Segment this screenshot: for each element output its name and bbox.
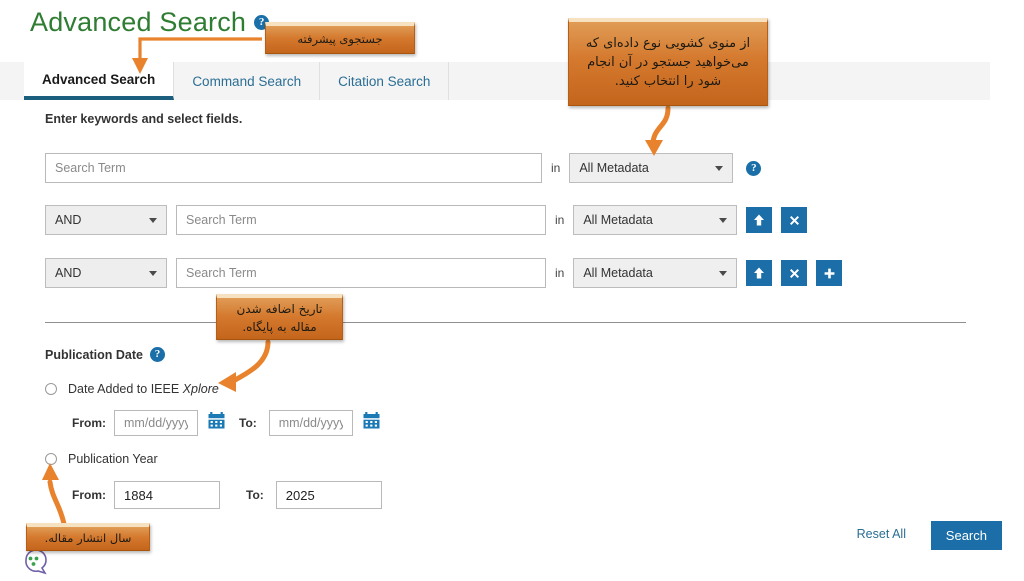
annotation-date-added: تاریخ اضافه شدن مقاله به پایگاه.	[216, 294, 343, 340]
arrow-up-icon[interactable]	[746, 260, 773, 286]
radio-publication-year[interactable]	[45, 453, 57, 465]
reset-all-button[interactable]: Reset All	[857, 527, 906, 541]
tab-advanced-search[interactable]: Advanced Search	[24, 62, 175, 100]
annotation-publication-year: سال انتشار مقاله.	[26, 523, 150, 551]
date-added-from-input[interactable]	[114, 410, 198, 436]
in-label: in	[555, 213, 565, 227]
publication-date-heading: Publication Date ?	[45, 347, 165, 362]
page-header: Advanced Search ?	[30, 7, 270, 38]
tab-label: Advanced Search	[42, 71, 156, 87]
chevron-down-icon	[715, 165, 724, 171]
chevron-down-icon	[719, 270, 728, 276]
help-circle-icon[interactable]: ?	[149, 347, 165, 362]
form-hint: Enter keywords and select fields.	[45, 112, 243, 126]
plus-icon[interactable]	[816, 260, 843, 286]
calendar-icon[interactable]	[208, 412, 225, 434]
close-x-icon[interactable]	[781, 260, 808, 286]
radio-date-added-row[interactable]: Date Added to IEEE Xplore	[45, 382, 219, 396]
tab-citation-search[interactable]: Citation Search	[320, 62, 450, 100]
search-row-1: in All Metadata ?	[45, 153, 762, 183]
tab-label: Citation Search	[338, 73, 431, 89]
chevron-down-icon	[149, 217, 157, 223]
radio-publication-year-row[interactable]: Publication Year	[45, 452, 158, 466]
calendar-icon[interactable]	[363, 412, 380, 434]
search-term-input-2[interactable]	[176, 205, 546, 235]
from-label: From:	[72, 488, 106, 502]
chevron-down-icon	[149, 270, 157, 276]
arrow-up-icon[interactable]	[746, 207, 773, 233]
close-x-icon[interactable]	[781, 207, 808, 233]
year-to-input[interactable]	[275, 481, 382, 509]
field-select-2[interactable]: All Metadata	[573, 205, 738, 235]
section-divider	[45, 322, 966, 323]
chevron-down-icon	[719, 217, 728, 223]
from-label: From:	[72, 416, 106, 430]
help-circle-icon[interactable]: ?	[746, 160, 762, 176]
field-select-value: All Metadata	[583, 266, 653, 280]
annotation-advanced-search: جستجوی پیشرفته	[265, 22, 415, 54]
search-term-input-3[interactable]	[176, 258, 546, 288]
tab-command-search[interactable]: Command Search	[174, 62, 321, 100]
publication-date-label: Publication Date	[45, 347, 143, 362]
radio-publication-year-label: Publication Year	[68, 452, 158, 466]
in-label: in	[551, 161, 561, 175]
date-added-to-input[interactable]	[268, 410, 353, 436]
to-label: To:	[239, 416, 257, 430]
boolean-select-value: AND	[55, 213, 82, 227]
year-from-input[interactable]	[114, 481, 220, 509]
annotation-dropdown: از منوی کشویی نوع داده‌ای که می‌خواهید ج…	[568, 18, 768, 106]
boolean-select-2[interactable]: AND	[45, 205, 167, 235]
date-added-range: From: To:	[72, 410, 380, 436]
page-title: Advanced Search	[30, 7, 247, 37]
in-label: in	[555, 266, 565, 280]
search-row-2: AND in All Metadata	[45, 205, 808, 235]
field-select-value: All Metadata	[579, 161, 649, 175]
field-select-3[interactable]: All Metadata	[573, 258, 738, 288]
boolean-select-value: AND	[55, 266, 82, 280]
field-select-value: All Metadata	[583, 213, 653, 227]
to-label: To:	[246, 488, 264, 502]
tab-bar: Advanced Search Command Search Citation …	[0, 62, 990, 100]
boolean-select-3[interactable]: AND	[45, 258, 167, 288]
tab-label: Command Search	[192, 73, 302, 89]
search-button[interactable]: Search	[930, 521, 1002, 550]
radio-date-added-label: Date Added to IEEE Xplore	[68, 382, 219, 396]
field-select-1[interactable]: All Metadata	[569, 153, 734, 183]
radio-date-added[interactable]	[45, 383, 57, 395]
publication-year-range: From: To:	[72, 481, 382, 509]
search-row-3: AND in All Metadata	[45, 258, 843, 288]
search-term-input-1[interactable]	[45, 153, 542, 183]
